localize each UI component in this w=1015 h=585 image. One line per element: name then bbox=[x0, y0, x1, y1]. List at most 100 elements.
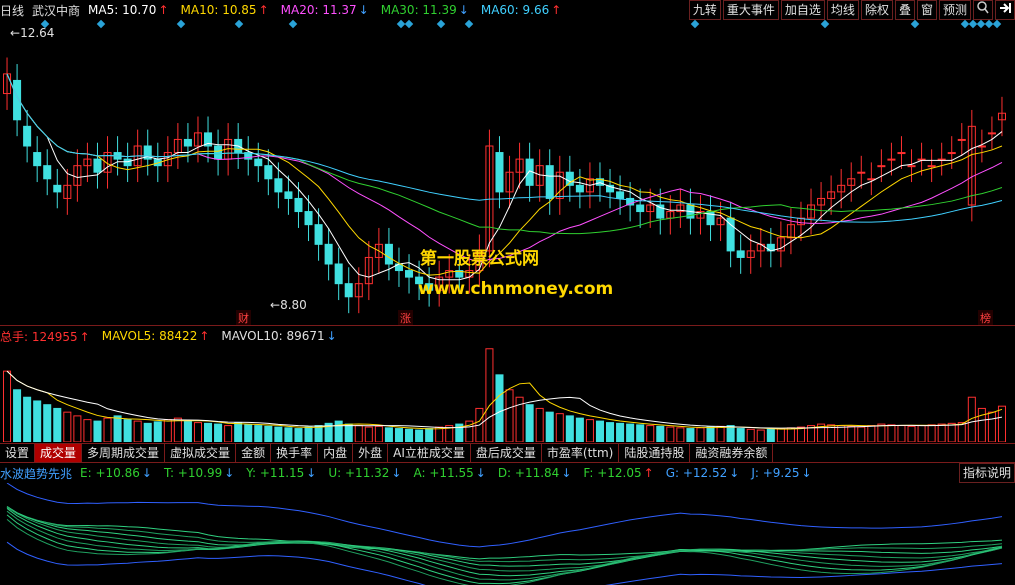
event-diamond-icon[interactable] bbox=[234, 19, 244, 29]
toolbar-button-2[interactable]: 加自选 bbox=[780, 0, 825, 20]
event-diamond-icon[interactable] bbox=[404, 19, 414, 29]
event-diamond-icon[interactable] bbox=[288, 19, 298, 29]
volume-bar bbox=[987, 411, 996, 442]
volume-bar bbox=[656, 425, 665, 442]
tab-11[interactable]: 陆股通持股 bbox=[619, 444, 691, 463]
tab-7[interactable]: 外盘 bbox=[353, 444, 389, 463]
high-price-value: 12.64 bbox=[20, 26, 55, 40]
event-diamond-icon[interactable] bbox=[464, 19, 474, 29]
volume-bar bbox=[947, 422, 956, 442]
tab-4[interactable]: 金额 bbox=[236, 444, 272, 463]
toolbar-button-6[interactable]: 窗 bbox=[916, 0, 937, 20]
low-price-label: ←8.80 bbox=[270, 298, 307, 312]
volume-bar bbox=[877, 423, 886, 442]
candle-body bbox=[183, 138, 192, 147]
indicator-upper-band bbox=[6, 483, 1003, 548]
toolbar-button-1[interactable]: 重大事件 bbox=[722, 0, 779, 20]
volume-bar bbox=[646, 425, 655, 442]
marker-zhang[interactable]: 涨 bbox=[398, 310, 413, 326]
volume-bar bbox=[314, 425, 323, 442]
volume-bar bbox=[13, 389, 22, 442]
exit-icon[interactable] bbox=[995, 0, 1015, 20]
marker-cai[interactable]: 财 bbox=[236, 310, 251, 326]
ma60-readout-text: MA60: 9.66 bbox=[480, 3, 550, 17]
candle-body bbox=[264, 165, 273, 180]
indicator-tabs: 设置 成交量 多周期成交量 虚拟成交量 金额 换手率 内盘 外盘 AI立桩成交量 盘后成交量 市盈率… bbox=[0, 443, 1015, 463]
t-readout: T: +10.99 ↓ bbox=[164, 466, 240, 480]
tab-2[interactable]: 多周期成交量 bbox=[82, 444, 166, 463]
toolbar-button-3[interactable]: 均线 bbox=[826, 0, 859, 20]
tab-9[interactable]: 盘后成交量 bbox=[471, 444, 542, 463]
tab-10[interactable]: 市盈率(ttm) bbox=[542, 444, 620, 463]
event-diamond-icon[interactable] bbox=[992, 19, 1002, 29]
tab-8[interactable]: AI立桩成交量 bbox=[388, 444, 471, 463]
tab-1[interactable]: 成交量 bbox=[35, 444, 83, 463]
volume-bar bbox=[666, 426, 675, 442]
volume-bar bbox=[113, 415, 122, 442]
candle-body bbox=[93, 158, 102, 173]
mavol10-readout-arrow: ↓ bbox=[326, 329, 337, 343]
volume-bar bbox=[485, 348, 494, 442]
toolbar-button-7[interactable]: 预测 bbox=[938, 0, 971, 20]
volume-bar bbox=[274, 426, 283, 442]
event-diamond-icon[interactable] bbox=[820, 19, 830, 29]
volume-bar bbox=[897, 425, 906, 442]
u-readout-arrow: ↓ bbox=[391, 466, 402, 480]
period-label-text: 日线 bbox=[0, 3, 25, 18]
tab-6[interactable]: 内盘 bbox=[318, 444, 354, 463]
volume-bar bbox=[294, 428, 303, 442]
mavol5-readout-arrow: ↑ bbox=[199, 329, 210, 343]
volume-bar bbox=[575, 417, 584, 442]
f-readout-text: F: +12.05 bbox=[583, 466, 642, 480]
volume-bar bbox=[435, 426, 444, 442]
volume-bar bbox=[555, 413, 564, 442]
candle-body bbox=[545, 165, 554, 199]
toolbar-button-0[interactable]: 九转 bbox=[688, 0, 721, 20]
u-readout-text: U: +11.32 bbox=[328, 466, 390, 480]
tab-12[interactable]: 融资融券余额 bbox=[690, 444, 774, 463]
tab-0[interactable]: 设置 bbox=[0, 444, 36, 463]
candle-body bbox=[334, 263, 343, 285]
volume-bar bbox=[224, 425, 233, 442]
volume-bar bbox=[907, 425, 916, 442]
a-readout: A: +11.55 ↓ bbox=[413, 466, 491, 480]
volume-bar bbox=[595, 420, 604, 442]
volume-bar bbox=[887, 424, 896, 442]
toolbar-button-4[interactable]: 除权 bbox=[860, 0, 893, 20]
volume-bar bbox=[706, 426, 715, 442]
tab-3[interactable]: 虚拟成交量 bbox=[165, 444, 237, 463]
candle-body bbox=[656, 204, 665, 219]
volume-bar bbox=[93, 420, 102, 442]
volume-bar bbox=[997, 405, 1006, 442]
volume-bar bbox=[204, 422, 213, 442]
volume-bar bbox=[616, 422, 625, 442]
event-diamond-icon[interactable] bbox=[176, 19, 186, 29]
watermark-title: 第一股票公式网 bbox=[420, 249, 539, 269]
search-icon[interactable] bbox=[973, 0, 993, 20]
volume-bar bbox=[153, 421, 162, 442]
toolbar-button-5[interactable]: 叠 bbox=[894, 0, 915, 20]
j-readout-text: J: +9.25 bbox=[751, 466, 800, 480]
ma60-readout: MA60: 9.66 ↑ bbox=[481, 3, 567, 17]
event-diamond-icon[interactable] bbox=[436, 19, 446, 29]
candle-body bbox=[254, 158, 263, 167]
toolbar: 九转 重大事件 加自选 均线 除权叠窗预测 bbox=[687, 0, 1015, 20]
tab-5[interactable]: 换手率 bbox=[271, 444, 319, 463]
volume-bar bbox=[927, 424, 936, 442]
event-diamond-icon[interactable] bbox=[690, 19, 700, 29]
volume-bar bbox=[676, 427, 685, 442]
volume-bar bbox=[384, 427, 393, 442]
marker-bang[interactable]: 榜 bbox=[978, 310, 993, 326]
candle-body bbox=[857, 171, 866, 174]
indicator-help-button[interactable]: 指标说明 bbox=[958, 463, 1015, 483]
volume-bar bbox=[977, 407, 986, 442]
candle-body bbox=[927, 165, 936, 168]
event-diamond-icon[interactable] bbox=[910, 19, 920, 29]
event-diamond-icon[interactable] bbox=[96, 19, 106, 29]
ma30-readout: MA30: 11.39 ↓ bbox=[381, 3, 475, 17]
j-readout-arrow: ↓ bbox=[801, 466, 812, 480]
volume-chart[interactable] bbox=[0, 345, 1015, 442]
volume-bar bbox=[525, 404, 534, 442]
water-wave-indicator-chart[interactable] bbox=[0, 483, 1015, 585]
ma5-readout: MA5: 10.70 ↑ bbox=[88, 3, 174, 17]
